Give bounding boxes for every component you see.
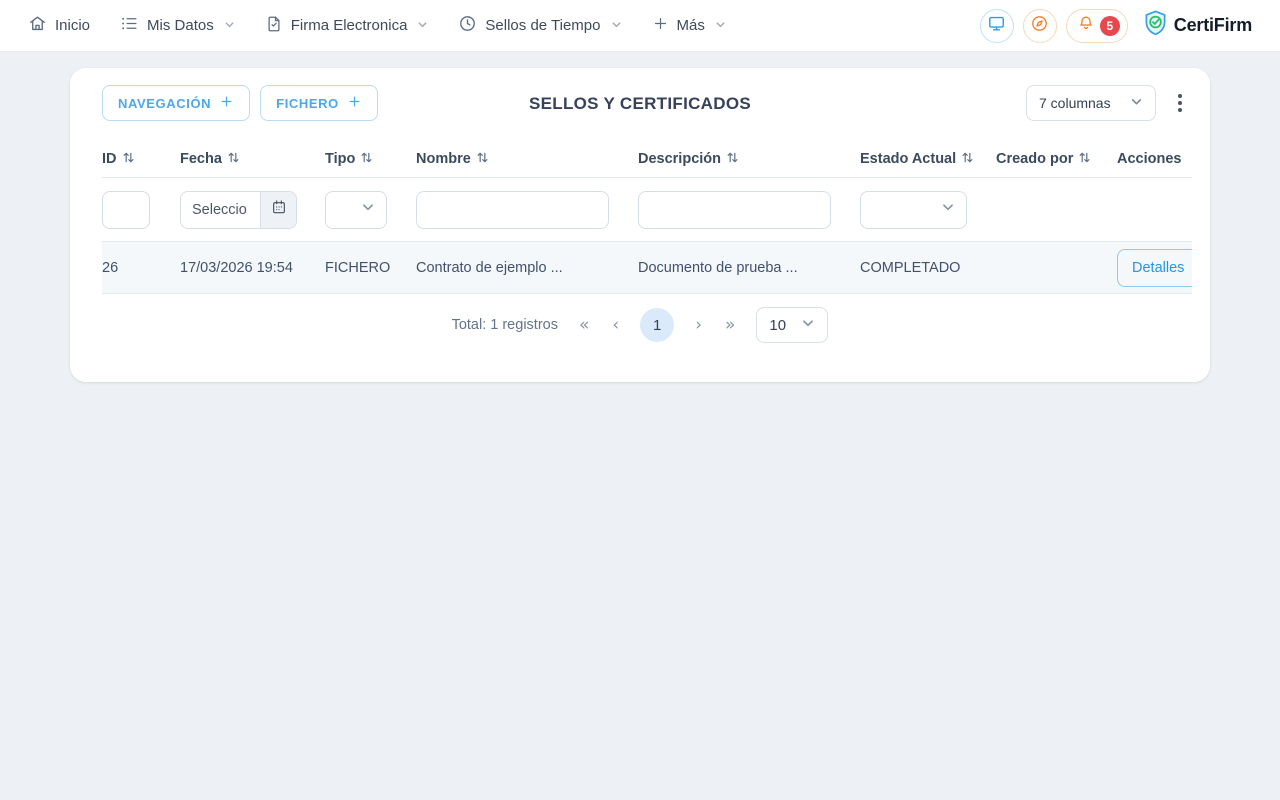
brand-name: CertiFirm (1174, 15, 1252, 36)
total-records-label: Total: 1 registros (452, 317, 558, 333)
plus-icon (347, 94, 362, 112)
top-navbar: Inicio Mis Datos Firma Electronica (0, 0, 1280, 52)
nav-item-inicio[interactable]: Inicio (28, 14, 90, 37)
filter-fecha-group (180, 191, 297, 229)
previous-page-button[interactable]: ‹ (610, 317, 621, 334)
columns-select-value: 7 columnas (1039, 95, 1111, 111)
records-table: ID Fecha Tipo Nombre Descripción (102, 141, 1192, 294)
sort-icon (476, 151, 489, 168)
sort-icon (961, 151, 974, 168)
filter-tipo-select[interactable] (325, 191, 387, 229)
sort-icon (122, 151, 135, 168)
current-page-button[interactable]: 1 (640, 308, 674, 342)
notifications-button[interactable]: 5 (1066, 9, 1128, 43)
add-navegacion-button[interactable]: NAVEGACIÓN (102, 85, 250, 121)
nav-item-mis-datos[interactable]: Mis Datos (120, 14, 235, 37)
next-page-button[interactable]: › (693, 317, 704, 334)
header-right-controls: 7 columnas (1026, 85, 1188, 121)
cell-fecha: 17/03/2026 19:54 (180, 260, 325, 276)
column-header-estado-actual[interactable]: Estado Actual (860, 151, 996, 168)
column-header-descripcion[interactable]: Descripción (638, 151, 860, 168)
filter-descripcion-input[interactable] (638, 191, 831, 229)
chevron-down-icon (1130, 95, 1143, 111)
calendar-button[interactable] (260, 192, 296, 228)
page-size-select[interactable]: 10 (756, 307, 828, 343)
nav-item-label: Firma Electronica (291, 17, 408, 34)
pagination-bar: Total: 1 registros « ‹ 1 › » 10 (70, 307, 1210, 343)
sort-icon (227, 151, 240, 168)
chevron-down-icon (941, 200, 955, 219)
clock-icon (458, 14, 477, 37)
navbar-actions: 5 CertiFirm (980, 9, 1252, 43)
bell-icon (1077, 14, 1095, 37)
nav-item-mas[interactable]: Más (652, 15, 726, 36)
chevron-down-icon (801, 316, 815, 334)
nav-item-label: Sellos de Tiempo (485, 17, 600, 34)
calendar-icon (271, 199, 287, 220)
column-header-acciones: Acciones (1117, 151, 1192, 167)
table-header-row: ID Fecha Tipo Nombre Descripción (102, 141, 1192, 178)
sort-icon (1078, 151, 1091, 168)
detalles-label: Detalles (1132, 260, 1184, 276)
nav-item-label: Más (677, 17, 705, 34)
nav-item-label: Mis Datos (147, 17, 214, 34)
page-title: SELLOS Y CERTIFICADOS (529, 94, 751, 114)
chevron-down-icon (224, 17, 235, 34)
columns-select[interactable]: 7 columnas (1026, 85, 1156, 121)
filter-id-input[interactable] (102, 191, 150, 229)
sort-icon (360, 151, 373, 168)
add-buttons: NAVEGACIÓN FICHERO (102, 85, 378, 121)
nav-item-label: Inicio (55, 17, 90, 34)
column-header-creado-por[interactable]: Creado por (996, 151, 1117, 168)
filter-nombre-input[interactable] (416, 191, 609, 229)
compass-button[interactable] (1023, 9, 1057, 43)
nav-menu: Inicio Mis Datos Firma Electronica (28, 14, 980, 37)
detalles-button[interactable]: Detalles (1117, 249, 1192, 287)
cell-tipo: FICHERO (325, 260, 416, 276)
plus-icon (219, 94, 234, 112)
home-icon (28, 14, 47, 37)
nav-item-sellos-de-tiempo[interactable]: Sellos de Tiempo (458, 14, 621, 37)
cell-estado: COMPLETADO (860, 260, 996, 276)
first-page-button[interactable]: « (577, 317, 591, 334)
more-options-button[interactable] (1172, 88, 1188, 118)
brand-logo: CertiFirm (1143, 9, 1252, 42)
notification-badge: 5 (1100, 16, 1120, 36)
add-fichero-label: FICHERO (276, 96, 339, 111)
card-header: NAVEGACIÓN FICHERO SELLOS Y CERTIFICADOS… (70, 68, 1210, 121)
chevron-down-icon (361, 200, 375, 219)
compass-icon (1030, 14, 1049, 38)
filter-fecha-input[interactable] (181, 192, 260, 228)
column-header-nombre[interactable]: Nombre (416, 151, 638, 168)
document-icon (265, 15, 283, 37)
column-header-fecha[interactable]: Fecha (180, 151, 325, 168)
cell-nombre: Contrato de ejemplo ... (416, 260, 638, 276)
monitor-button[interactable] (980, 9, 1014, 43)
column-header-id[interactable]: ID (102, 151, 180, 168)
table-row[interactable]: 26 17/03/2026 19:54 FICHERO Contrato de … (102, 242, 1192, 294)
sort-icon (726, 151, 739, 168)
shield-check-icon (1143, 9, 1168, 42)
list-icon (120, 14, 139, 37)
add-navegacion-label: NAVEGACIÓN (118, 96, 211, 111)
table-filter-row (102, 178, 1192, 242)
chevron-down-icon (611, 17, 622, 34)
cell-descripcion: Documento de prueba ... (638, 260, 860, 276)
column-header-tipo[interactable]: Tipo (325, 151, 416, 168)
add-fichero-button[interactable]: FICHERO (260, 85, 378, 121)
chevron-down-icon (417, 17, 428, 34)
sellos-card: NAVEGACIÓN FICHERO SELLOS Y CERTIFICADOS… (70, 68, 1210, 382)
cell-id: 26 (102, 260, 180, 276)
nav-item-firma-electronica[interactable]: Firma Electronica (265, 15, 429, 37)
last-page-button[interactable]: » (723, 317, 737, 334)
plus-icon (652, 15, 669, 36)
page-body: NAVEGACIÓN FICHERO SELLOS Y CERTIFICADOS… (0, 52, 1280, 382)
page-size-value: 10 (769, 317, 786, 334)
chevron-down-icon (715, 17, 726, 34)
monitor-icon (987, 14, 1006, 38)
filter-estado-select[interactable] (860, 191, 967, 229)
